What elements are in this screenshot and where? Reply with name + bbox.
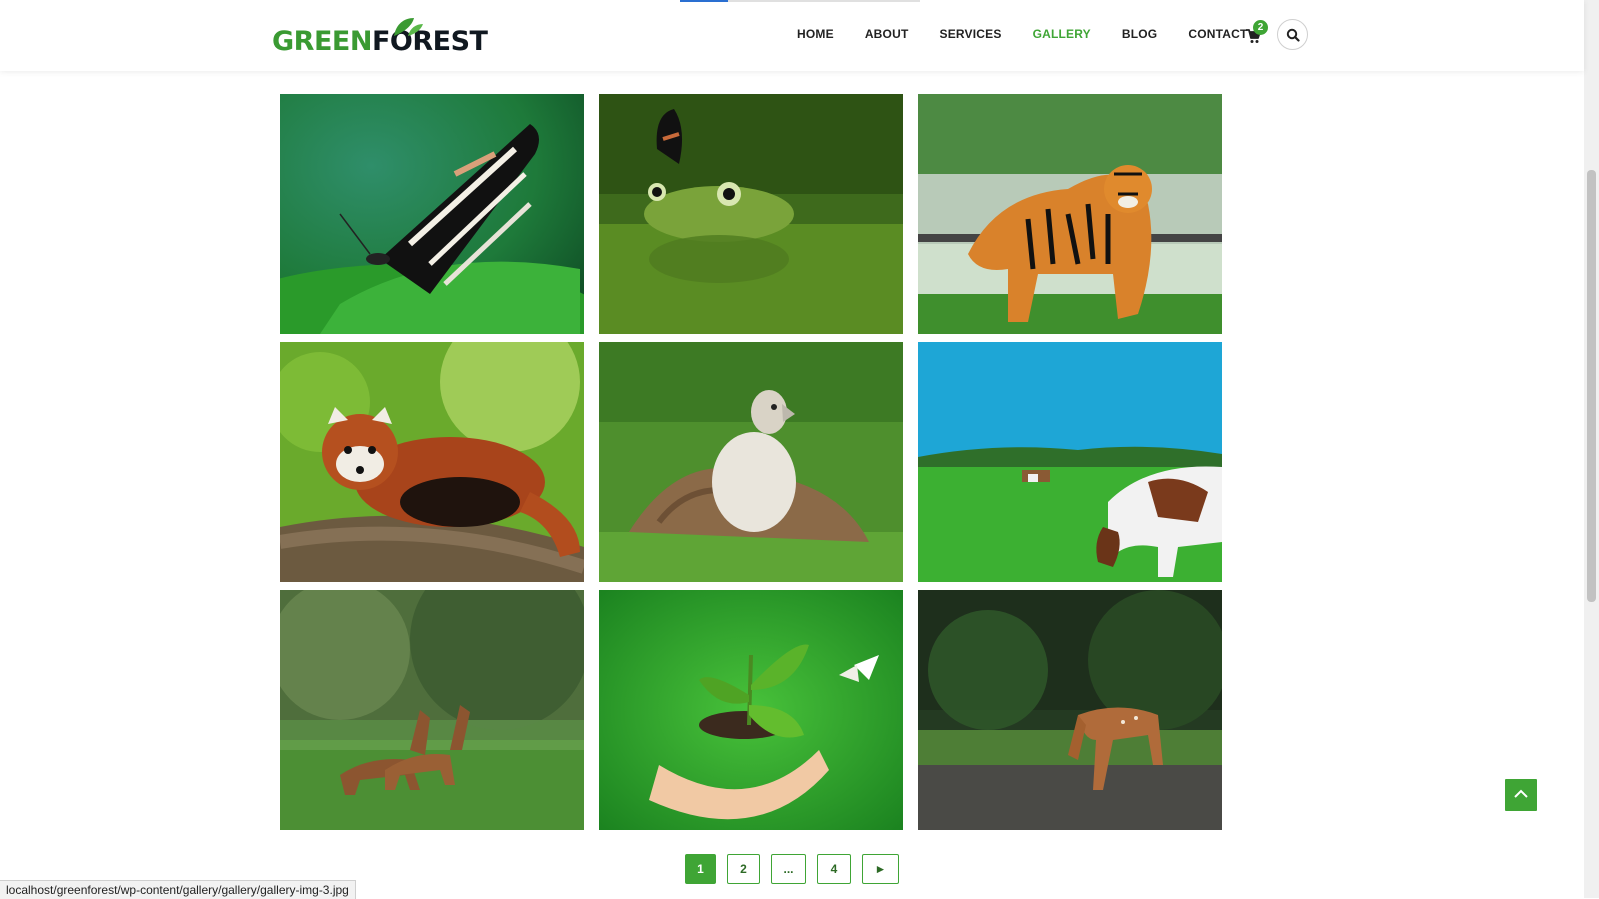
browser-status-bar: localhost/greenforest/wp-content/gallery…: [0, 880, 356, 899]
page-ellipsis: ...: [771, 854, 806, 884]
gallery-image-red-panda[interactable]: [280, 342, 584, 582]
nav-contact[interactable]: CONTACT: [1188, 27, 1247, 41]
nav-gallery[interactable]: GALLERY: [1033, 27, 1091, 41]
gallery-image-frog[interactable]: [599, 94, 903, 334]
nav-home[interactable]: HOME: [797, 27, 834, 41]
vertical-scrollbar[interactable]: [1584, 0, 1599, 898]
gallery-image-cows[interactable]: [918, 342, 1222, 582]
gallery-image-seedling-hand[interactable]: [599, 590, 903, 830]
back-to-top-button[interactable]: [1505, 779, 1537, 811]
site-header: GREENFOREST HOME ABOUT SERVICES GALLERY …: [0, 0, 1584, 71]
site-logo[interactable]: GREENFOREST: [272, 16, 488, 57]
main-nav: HOME ABOUT SERVICES GALLERY BLOG CONTACT: [797, 27, 1279, 41]
gallery-image-vulture[interactable]: [599, 342, 903, 582]
leaf-icon: [394, 18, 423, 36]
gallery-image-deer-pair[interactable]: [280, 590, 584, 830]
cart-count-badge: 2: [1253, 20, 1268, 35]
gallery-image-tiger[interactable]: [918, 94, 1222, 334]
next-page-button[interactable]: ►: [862, 854, 899, 884]
page-4-button[interactable]: 4: [817, 854, 851, 884]
scrollbar-thumb[interactable]: [1587, 170, 1596, 602]
chevron-up-icon: [1514, 789, 1528, 798]
nav-about[interactable]: ABOUT: [865, 27, 909, 41]
nav-blog[interactable]: BLOG: [1122, 27, 1157, 41]
page-2-button[interactable]: 2: [727, 854, 760, 884]
logo-text-green: GREEN: [272, 26, 372, 57]
loading-indicator: [680, 0, 920, 2]
nav-services[interactable]: SERVICES: [939, 27, 1001, 41]
gallery-image-butterfly[interactable]: [280, 94, 584, 334]
page-1-button[interactable]: 1: [685, 854, 716, 884]
search-icon: [1286, 28, 1300, 42]
gallery-image-fawn[interactable]: [918, 590, 1222, 830]
search-button[interactable]: [1277, 19, 1308, 50]
